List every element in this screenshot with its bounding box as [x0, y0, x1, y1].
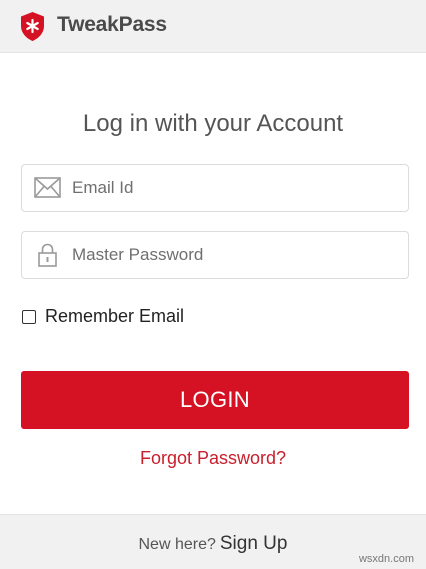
password-field[interactable]: [21, 231, 409, 279]
login-heading: Log in with your Account: [82, 110, 344, 137]
email-input[interactable]: [72, 165, 402, 211]
footer-text: New here? Sign Up: [0, 533, 426, 555]
email-field[interactable]: [21, 164, 409, 212]
tweakpass-logo-icon: [21, 12, 44, 41]
checkbox-box[interactable]: [22, 310, 36, 324]
sign-up-link[interactable]: Sign Up: [220, 533, 288, 554]
forgot-password-link[interactable]: Forgot Password?: [0, 448, 426, 469]
remember-email-label[interactable]: Remember Email: [45, 306, 184, 327]
envelope-icon: [34, 177, 61, 198]
new-here-text: New here?: [138, 536, 216, 553]
app-title: TweakPass: [57, 13, 167, 36]
password-input[interactable]: [72, 232, 402, 278]
app-header: TweakPass: [0, 0, 426, 53]
login-button[interactable]: LOGIN: [21, 371, 409, 429]
lock-icon: [38, 243, 57, 267]
watermark: wsxdn.com: [358, 553, 414, 565]
